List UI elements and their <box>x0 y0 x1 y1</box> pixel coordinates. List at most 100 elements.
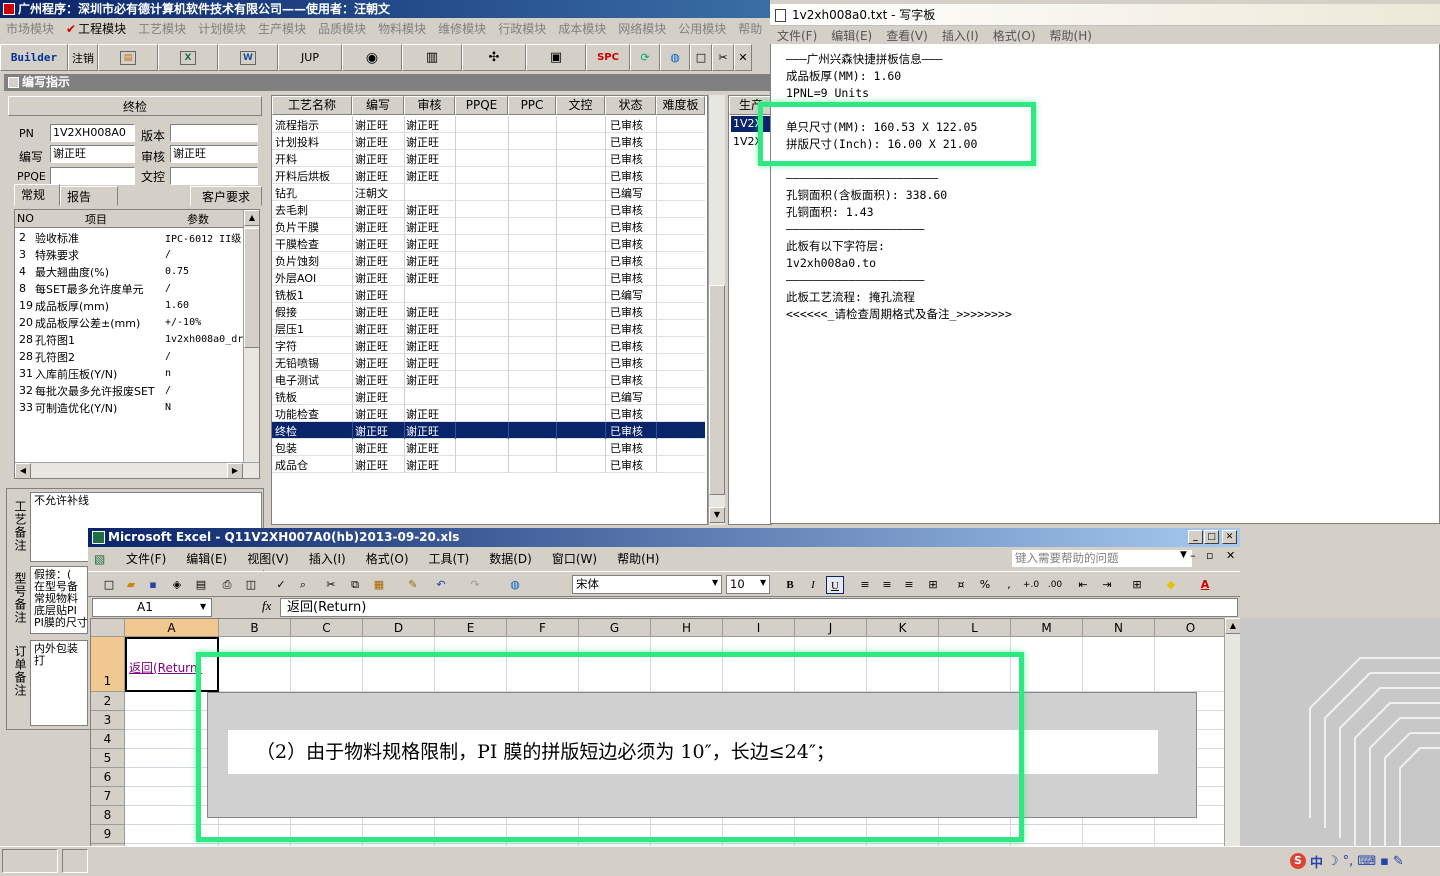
module-5[interactable]: 品质模块 <box>312 20 372 37</box>
wordpad-menu-item[interactable]: 查看(V) <box>879 27 935 44</box>
column-header[interactable]: E <box>435 619 507 637</box>
font-name-select[interactable]: 宋体 <box>572 575 722 594</box>
tool-button-12[interactable]: □ <box>690 44 712 71</box>
scroll-right-icon[interactable]: ▶ <box>227 463 243 478</box>
parameter-row[interactable]: 20 成品板厚公差±(mm) +/-10% <box>15 314 243 331</box>
column-header[interactable]: J <box>795 619 867 637</box>
row-header[interactable]: 5 <box>91 749 125 768</box>
parameter-row[interactable]: 3 特殊要求 / <box>15 246 243 263</box>
currency-icon[interactable]: ¤ <box>952 576 970 594</box>
spelling-icon[interactable]: ✓ <box>272 576 290 594</box>
process-col-header[interactable]: 工艺名称 <box>272 96 352 115</box>
column-header[interactable]: F <box>507 619 579 637</box>
copy-icon[interactable]: ⧉ <box>346 576 364 594</box>
paste-icon[interactable]: ▦ <box>370 576 388 594</box>
keyboard-icon[interactable]: ⌨ <box>1357 854 1376 869</box>
moon-icon[interactable]: ☽ <box>1327 854 1339 869</box>
column-header[interactable]: I <box>723 619 795 637</box>
print-icon[interactable]: ⎙ <box>218 576 236 594</box>
column-header[interactable]: M <box>1011 619 1083 637</box>
punctuation-icon[interactable]: °, <box>1343 854 1354 869</box>
wordpad-text[interactable]: ———广州兴森快捷拼板信息——— 成品板厚(MM): 1.60 1PNL=9 Uni… <box>786 51 1426 323</box>
borders-icon[interactable]: ⊞ <box>1128 576 1146 594</box>
worksheet-vscroll[interactable]: ▲ <box>1224 618 1241 850</box>
writer-field[interactable]: 谢正旺 <box>50 145 135 163</box>
save-icon[interactable]: ▪ <box>144 576 162 594</box>
module-6[interactable]: 物料模块 <box>372 20 432 37</box>
module-12[interactable]: 帮助 <box>732 20 768 37</box>
parameter-row[interactable]: 31 入库前压板(Y/N) n <box>15 365 243 382</box>
spc-button[interactable]: SPC <box>586 44 630 71</box>
process-row[interactable]: 开料 谢正旺 谢正旺 已审核 <box>272 150 705 167</box>
process-row[interactable]: 终检 谢正旺 谢正旺 已审核 <box>272 422 705 439</box>
column-header[interactable]: K <box>867 619 939 637</box>
row-header[interactable]: 4 <box>91 730 125 749</box>
process-row[interactable]: 计划投料 谢正旺 谢正旺 已审核 <box>272 133 705 150</box>
redo-icon[interactable]: ↷ <box>466 576 484 594</box>
parameter-row[interactable]: 33 可制造优化(Y/N) N <box>15 399 243 416</box>
align-center-icon[interactable]: ≡ <box>878 576 896 594</box>
comma-style-icon[interactable]: , <box>1000 576 1018 594</box>
ppqe-field[interactable] <box>50 167 135 185</box>
module-9[interactable]: 成本模块 <box>552 20 612 37</box>
doc-restore-icon[interactable]: ▫ <box>1206 549 1213 562</box>
font-color-icon[interactable]: A <box>1196 576 1214 594</box>
help-question-box[interactable]: 键入需要帮助的问题 <box>1012 550 1192 567</box>
excel-menu-item[interactable]: 格式(O) <box>356 550 419 567</box>
parameter-grid-hscroll[interactable]: ◀ ▶ <box>15 462 259 478</box>
sogou-icon[interactable]: S <box>1290 853 1306 869</box>
excel-menu-item[interactable]: 插入(I) <box>299 550 356 567</box>
process-row[interactable]: 假接 谢正旺 谢正旺 已审核 <box>272 303 705 320</box>
tool-button-6[interactable]: ▥ <box>402 44 462 71</box>
italic-icon[interactable]: I <box>804 576 822 594</box>
settings-icon[interactable]: ✎ <box>1393 854 1404 869</box>
wenkong-field[interactable] <box>170 167 258 185</box>
column-header[interactable]: O <box>1155 619 1225 637</box>
process-row[interactable]: 无铅喷锡 谢正旺 谢正旺 已审核 <box>272 354 705 371</box>
row-header[interactable]: 6 <box>91 768 125 787</box>
column-header[interactable]: N <box>1083 619 1155 637</box>
logout-button[interactable]: 注销 <box>68 44 98 71</box>
percent-icon[interactable]: % <box>976 576 994 594</box>
tool-button-10[interactable]: ⟳ <box>630 44 660 71</box>
process-row[interactable]: 外层AOI 谢正旺 谢正旺 已审核 <box>272 269 705 286</box>
maximize-icon[interactable]: □ <box>1204 530 1219 544</box>
undo-icon[interactable]: ↶ <box>432 576 450 594</box>
excel-menu-item[interactable]: 文件(F) <box>116 550 176 567</box>
formula-input[interactable]: 返回(Return) <box>280 598 1238 617</box>
increase-decimal-icon[interactable]: +.0 <box>1022 576 1040 594</box>
parameter-row[interactable]: 28 孔符图1 1v2xh008a0_dr <box>15 331 243 348</box>
name-box-dropdown-icon[interactable]: ▼ <box>200 602 206 611</box>
process-row[interactable]: 层压1 谢正旺 谢正旺 已审核 <box>272 320 705 337</box>
tool-button-11[interactable]: ◍ <box>660 44 690 71</box>
wordpad-menu-item[interactable]: 文件(F) <box>770 27 824 44</box>
process-row[interactable]: 成品仓 谢正旺 谢正旺 已审核 <box>272 456 705 473</box>
scroll-left-icon[interactable]: ◀ <box>15 463 31 478</box>
close-icon[interactable]: ✕ <box>1222 530 1237 544</box>
column-header[interactable]: L <box>939 619 1011 637</box>
column-header[interactable]: D <box>363 619 435 637</box>
excel-menu-item[interactable]: 数据(D) <box>479 550 542 567</box>
process-row[interactable]: 功能检查 谢正旺 谢正旺 已审核 <box>272 405 705 422</box>
wordpad-menu-item[interactable]: 帮助(H) <box>1043 27 1099 44</box>
column-header[interactable]: C <box>291 619 363 637</box>
tool-button-13[interactable]: ✂ <box>712 44 734 71</box>
module-10[interactable]: 网络模块 <box>612 20 672 37</box>
excel-menu-item[interactable]: 工具(T) <box>419 550 480 567</box>
wordpad-menu-item[interactable]: 插入(I) <box>935 27 986 44</box>
module-11[interactable]: 公用模块 <box>672 20 732 37</box>
module-0[interactable]: 市场模块 <box>0 20 60 37</box>
tool-button-8[interactable]: ▣ <box>526 44 586 71</box>
process-row[interactable]: 开料后烘板 谢正旺 谢正旺 已审核 <box>272 167 705 184</box>
select-all-corner[interactable] <box>91 619 125 637</box>
module-8[interactable]: 行政模块 <box>492 20 552 37</box>
process-col-header[interactable]: 文控 <box>556 96 605 115</box>
process-col-header[interactable]: PPQE <box>455 96 508 115</box>
process-grid-vscroll[interactable]: ▼ <box>708 95 725 525</box>
fx-icon[interactable]: fx <box>262 598 271 614</box>
process-col-header[interactable]: 难度板 <box>656 96 705 115</box>
format-painter-icon[interactable]: ✎ <box>404 576 422 594</box>
print-preview-icon[interactable]: ▤ <box>192 576 210 594</box>
column-header[interactable]: A <box>125 619 219 637</box>
row-header[interactable]: 3 <box>91 711 125 730</box>
